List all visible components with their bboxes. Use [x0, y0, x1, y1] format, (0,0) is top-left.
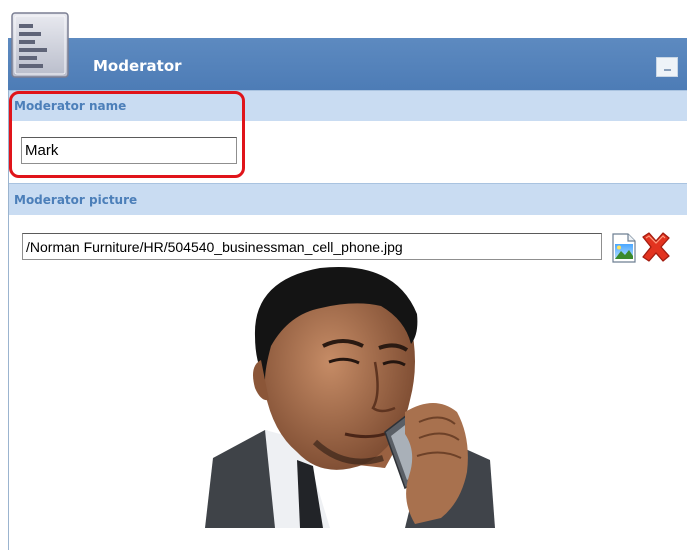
- moderator-photo: [205, 262, 495, 528]
- minimize-icon[interactable]: [656, 57, 678, 77]
- highlight-annotation: [9, 91, 245, 178]
- delete-x-icon[interactable]: [640, 230, 672, 264]
- document-list-icon: [11, 12, 69, 78]
- moderator-picture-label: Moderator picture: [14, 193, 138, 207]
- panel-title: Moderator: [93, 57, 182, 75]
- select-image-icon[interactable]: [610, 232, 638, 264]
- picture-path-input[interactable]: [22, 233, 602, 260]
